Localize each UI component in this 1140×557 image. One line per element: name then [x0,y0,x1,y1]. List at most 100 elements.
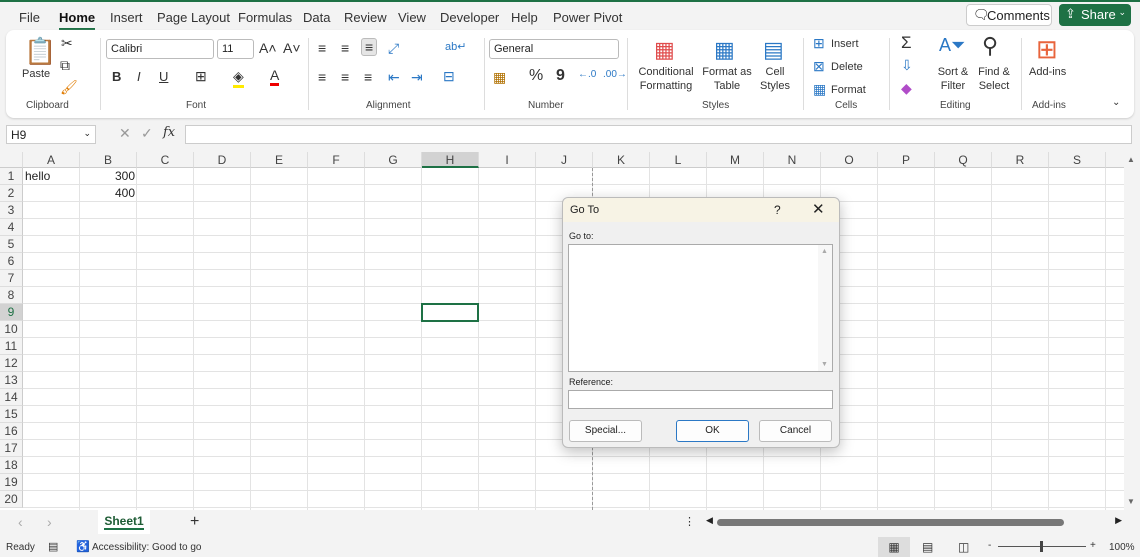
zoom-in-icon[interactable]: + [1090,540,1096,551]
macro-icon[interactable]: ▤ [48,540,58,553]
reference-input[interactable] [568,390,833,409]
next-sheet-icon[interactable]: › [47,514,52,530]
font-name-select[interactable]: Calibri [106,39,214,59]
column-header[interactable]: R [992,152,1049,168]
percent-button[interactable]: % [529,67,543,85]
list-scrollbar[interactable]: ▲ ▼ [818,245,832,371]
enter-icon[interactable]: ✓ [141,125,153,142]
find-select-button[interactable]: Find & Select [972,65,1016,93]
italic-button[interactable]: I [137,69,141,84]
align-middle-icon[interactable]: ≡ [341,40,349,56]
row-header[interactable]: 18 [0,457,23,474]
sort-filter-button[interactable]: Sort & Filter [932,65,974,93]
cell-styles-icon[interactable]: ▤ [763,37,784,63]
page-layout-view-icon[interactable]: ▤ [922,540,933,554]
orientation-icon[interactable]: ⤢ [388,40,399,57]
ok-button[interactable]: OK [676,420,749,442]
cell-B2[interactable]: 400 [80,185,137,202]
increase-decimal-icon[interactable]: ←.0 [578,69,596,80]
wrap-text-icon[interactable]: ab↵ [445,40,466,53]
row-header[interactable]: 8 [0,287,23,304]
scroll-right-icon[interactable]: ▶ [1115,515,1122,526]
tab-file[interactable]: File [19,10,40,25]
row-header[interactable]: 14 [0,389,23,406]
sort-filter-icon[interactable]: A⏷ [939,35,965,56]
fill-color-icon[interactable]: ◈ [233,68,244,88]
formula-input[interactable] [185,125,1132,144]
share-button[interactable]: ⇪ Share ⌄ [1059,4,1131,26]
page-break-view-icon[interactable]: ◫ [958,540,969,554]
format-as-table-button[interactable]: Format as Table [702,65,752,93]
insert-cells-icon[interactable]: ⊞ [813,35,825,52]
number-format-select[interactable]: General [489,39,619,59]
conditional-formatting-icon[interactable]: ▦ [654,37,675,63]
zoom-slider-thumb[interactable] [1040,541,1043,552]
column-header[interactable]: K [593,152,650,168]
font-color-button[interactable]: A [270,67,280,86]
row-header[interactable]: 12 [0,355,23,372]
row-header[interactable]: 4 [0,219,23,236]
borders-icon[interactable]: ⊞ [195,68,207,85]
column-header[interactable]: J [536,152,593,168]
column-header[interactable]: A [23,152,80,168]
increase-indent-icon[interactable]: ⇥ [411,69,423,86]
align-center-icon[interactable]: ≡ [341,69,349,85]
tab-insert[interactable]: Insert [110,10,143,25]
zoom-slider[interactable] [998,541,1086,552]
search-icon[interactable]: ⚲ [982,33,998,59]
cell-styles-button[interactable]: Cell Styles [755,65,795,93]
cancel-button[interactable]: Cancel [759,420,832,442]
tab-home[interactable]: Home [59,10,96,30]
cancel-icon[interactable]: ✕ [119,125,131,142]
align-right-icon[interactable]: ≡ [364,69,372,85]
format-cells-button[interactable]: Format [831,83,866,97]
sheet-tab[interactable]: Sheet1 [98,510,150,534]
row-header[interactable]: 7 [0,270,23,287]
column-header[interactable]: N [764,152,821,168]
more-options-icon[interactable]: ⋮ [684,515,695,528]
scroll-up-icon[interactable]: ▲ [821,248,832,255]
row-header[interactable]: 5 [0,236,23,253]
autosum-button[interactable]: Σ [901,33,912,53]
copy-icon[interactable]: ⧉ [60,57,70,74]
row-header[interactable]: 17 [0,440,23,457]
scroll-up-icon[interactable]: ▲ [1127,155,1140,164]
clear-icon[interactable]: ◆ [901,80,912,97]
insert-function-button[interactable]: fx [163,125,175,140]
selected-cell[interactable] [421,303,479,322]
prev-sheet-icon[interactable]: ‹ [18,514,23,530]
format-painter-icon[interactable]: 🖌 [60,79,78,96]
close-icon[interactable]: ✕ [812,200,825,218]
zoom-out-icon[interactable]: - [988,540,991,551]
tab-data[interactable]: Data [303,10,330,25]
select-all-corner[interactable] [0,152,23,168]
row-header[interactable]: 6 [0,253,23,270]
cut-icon[interactable]: ✂ [61,35,73,52]
column-header[interactable]: M [707,152,764,168]
column-header[interactable]: B [80,152,137,168]
row-header[interactable]: 1 [0,168,23,185]
scroll-down-icon[interactable]: ▼ [821,361,828,368]
accessibility-icon[interactable]: ♿ [76,540,90,553]
tab-formulas[interactable]: Formulas [238,10,292,25]
row-header[interactable]: 2 [0,185,23,202]
accounting-format-icon[interactable]: ▦ [493,69,506,86]
decrease-indent-icon[interactable]: ⇤ [388,69,400,86]
row-header[interactable]: 13 [0,372,23,389]
tab-developer[interactable]: Developer [440,10,499,25]
column-header[interactable]: O [821,152,878,168]
collapse-ribbon-icon[interactable]: ⌄ [1112,97,1120,108]
cell-A1[interactable]: hello [23,168,80,185]
column-header[interactable]: L [650,152,707,168]
row-header[interactable]: 11 [0,338,23,355]
column-header[interactable]: F [308,152,365,168]
column-header[interactable]: D [194,152,251,168]
paste-button[interactable]: Paste [22,67,50,81]
row-header[interactable]: 10 [0,321,23,338]
add-ins-icon[interactable]: ⊞ [1036,34,1058,65]
normal-view-icon[interactable]: ▦ [878,537,910,557]
paste-icon[interactable]: 📋 [24,36,56,67]
add-ins-button[interactable]: Add-ins [1029,65,1066,79]
scroll-down-icon[interactable]: ▼ [1127,497,1135,506]
column-header[interactable]: P [878,152,935,168]
